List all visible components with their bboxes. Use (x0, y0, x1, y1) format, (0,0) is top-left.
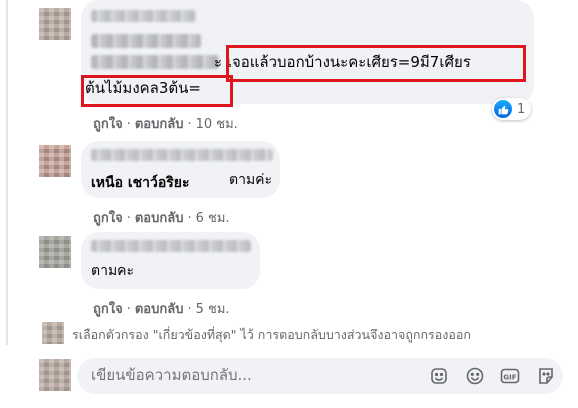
avatar[interactable] (39, 236, 71, 268)
highlight-box (81, 75, 233, 107)
like-button[interactable]: ถูกใจ (93, 302, 123, 317)
comment-text: ตามคะ (91, 263, 135, 279)
timestamp[interactable]: 5 ชม. (196, 302, 230, 317)
reply-button[interactable]: ตอบกลับ (135, 117, 184, 132)
reaction-summary[interactable]: 1 (492, 98, 532, 120)
tagged-user-link[interactable]: เหนือ เชาว์อริยะ (91, 172, 190, 194)
author-name-redacted[interactable] (91, 149, 273, 161)
comment-bubble: ตามคะ (81, 232, 260, 289)
like-reaction-icon (494, 100, 512, 118)
reply-button[interactable]: ตอบกลับ (135, 302, 184, 317)
gif-icon[interactable]: GIF (500, 366, 520, 386)
comment-bubble: เหนือ เชาว์อริยะ ตามค่ะ (81, 141, 280, 198)
comment-text-redacted (91, 34, 201, 48)
reaction-count: 1 (517, 101, 526, 117)
sticker-icon[interactable] (536, 366, 556, 386)
avatar[interactable] (39, 8, 71, 40)
comment-text-redacted (91, 55, 219, 69)
comment-actions: ถูกใจ · ตอบกลับ · 6 ชม. (93, 211, 230, 226)
smiley-icon[interactable] (465, 366, 485, 386)
avatar (39, 359, 71, 391)
reply-box: GIF (77, 358, 563, 394)
emoji-sticker-icon[interactable] (429, 366, 449, 386)
thread-line (6, 0, 8, 345)
timestamp[interactable]: 6 ชม. (196, 211, 230, 226)
reply-input[interactable] (89, 365, 393, 385)
comment-actions: ถูกใจ · ตอบกลับ · 5 ชม. (93, 302, 230, 317)
svg-text:GIF: GIF (503, 373, 516, 381)
reply-button[interactable]: ตอบกลับ (135, 211, 184, 226)
like-button[interactable]: ถูกใจ (93, 211, 123, 226)
filter-notice: รเลือกตัวกรอง "เกี่ยวข้องที่สุด" ไว้ การ… (72, 327, 471, 342)
avatar (42, 322, 64, 344)
like-button[interactable]: ถูกใจ (93, 117, 123, 132)
author-name-redacted[interactable] (91, 10, 196, 22)
timestamp[interactable]: 10 ชม. (196, 117, 238, 132)
highlight-box (226, 45, 526, 82)
author-name-redacted[interactable] (91, 240, 251, 252)
comment-actions: ถูกใจ · ตอบกลับ · 10 ชม. (93, 117, 238, 132)
avatar[interactable] (39, 145, 71, 177)
comment-text: ตามค่ะ (229, 172, 273, 188)
